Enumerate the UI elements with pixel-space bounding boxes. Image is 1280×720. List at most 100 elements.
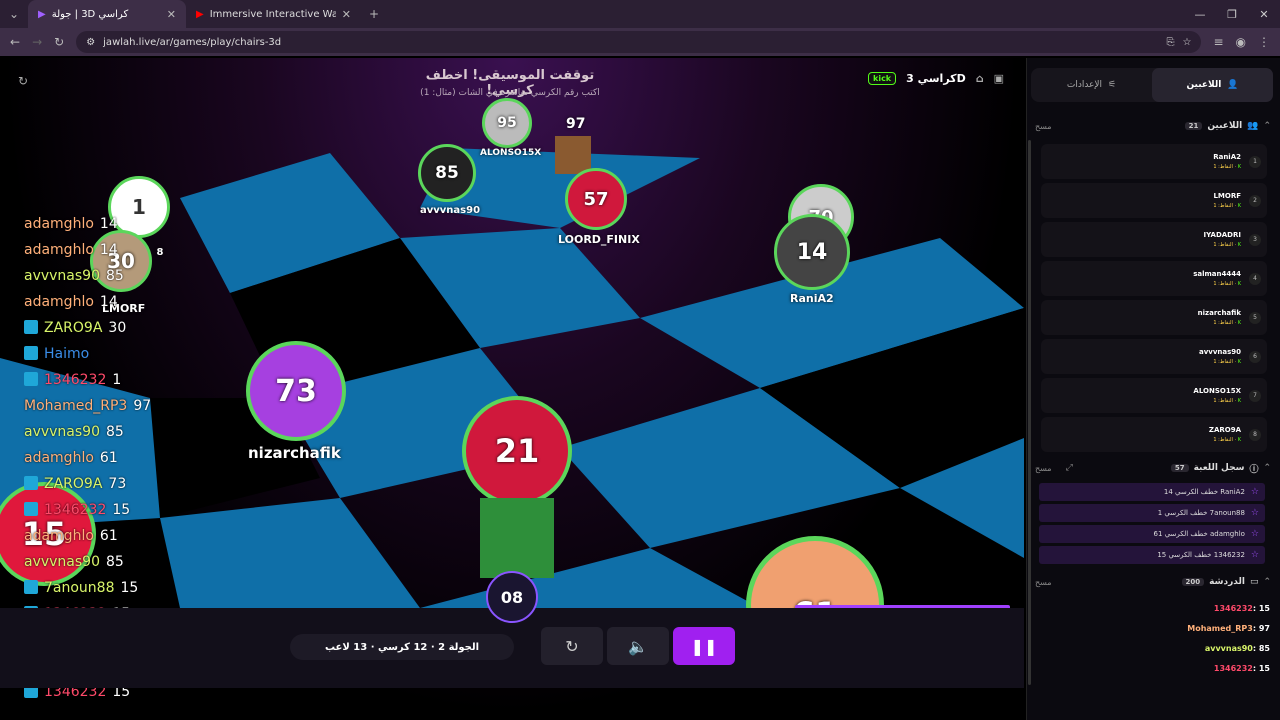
player-meta: RaniA2 النقاط: 1 · K <box>1213 153 1241 170</box>
chat-user: avvvnas90 <box>24 658 100 674</box>
url-text: jawlah.live/ar/games/play/chairs-3d <box>103 36 282 48</box>
player-name: avvvnas90 <box>420 205 481 216</box>
bookmark-star-icon[interactable]: ☆ <box>1182 37 1191 48</box>
kick-badge-icon: K <box>1237 203 1241 209</box>
game-name: كراسي 3D <box>906 72 966 85</box>
chat-user: 1346232 <box>1213 604 1253 613</box>
new-tab-icon[interactable]: + <box>369 7 379 21</box>
player-name: nizarchafik <box>248 444 341 462</box>
log-count: 57 <box>1170 464 1189 472</box>
close-tab-icon[interactable]: ✕ <box>342 8 351 21</box>
player-points: النقاط: 1 · K <box>1213 359 1241 365</box>
url-field[interactable]: ⚙ jawlah.live/ar/games/play/chairs-3d ⎘ … <box>76 31 1202 53</box>
translate-icon[interactable]: ⎘ <box>1166 37 1174 48</box>
profile-icon[interactable]: ◉ <box>1236 35 1246 49</box>
chat-overlay-line: 1346232 1 <box>24 372 121 388</box>
chat-overlay-line: avvvnas90 85 <box>24 554 124 570</box>
chair-marker[interactable]: 57 <box>565 168 627 230</box>
reload-icon[interactable]: ↻ <box>54 35 64 49</box>
chat-count: 200 <box>1181 578 1205 586</box>
log-section-header: مسح ⤢ 57 سجل اللعبة ⓘ ⌃ <box>1035 459 1271 477</box>
player-row[interactable]: nizarchafik النقاط: 1 · K 5 <box>1041 300 1267 335</box>
tab-settings[interactable]: الإعدادات ⚟ <box>1031 68 1152 102</box>
chair-marker[interactable]: 14 <box>774 214 850 290</box>
chat-message: Mohamed_RP3: 97 <box>1187 624 1270 633</box>
player-row[interactable]: RaniA2 النقاط: 1 · K 1 <box>1041 144 1267 179</box>
chat-user: avvvnas90 <box>24 268 100 284</box>
star-icon: ☆ <box>1250 487 1259 497</box>
chat-value: 73 <box>108 476 127 492</box>
chat-value: 85 <box>106 268 124 284</box>
chat-section-header: مسح 200 الدردشة ▭ ⌃ <box>1035 573 1271 591</box>
green-chair <box>480 498 554 578</box>
chair-number: 95 <box>497 115 517 131</box>
menu-kebab-icon[interactable]: ⋮ <box>1258 35 1270 49</box>
chat-value: 30 <box>108 320 127 336</box>
kick-badge-icon <box>24 502 38 516</box>
browser-tab-active[interactable]: ▶ كراسي 3D | جولة ✕ <box>28 0 186 28</box>
chair-marker[interactable]: 73 <box>246 341 346 441</box>
chat-user: Haimo <box>44 346 90 362</box>
kick-badge-icon: K <box>1237 320 1241 326</box>
panel-scrollbar[interactable] <box>1028 140 1031 685</box>
sidebar-toggle-icon[interactable]: ▣ <box>994 72 1004 85</box>
chat-value: 97 <box>133 632 152 648</box>
chat-overlay-line: ZARO9A 30 <box>24 320 126 336</box>
kick-badge: kick <box>868 72 897 85</box>
log-text: 7anoun88 خطف الكرسي 1 <box>1157 509 1245 517</box>
kick-badge-icon: K <box>1237 164 1241 170</box>
clear-chat-button[interactable]: مسح <box>1035 578 1052 587</box>
chat-value: 15 <box>120 580 139 596</box>
clear-players-button[interactable]: مسح <box>1035 122 1052 131</box>
chevron-up-icon[interactable]: ⌃ <box>1263 463 1271 473</box>
close-tab-icon[interactable]: ✕ <box>167 8 176 21</box>
chevron-up-icon[interactable]: ⌃ <box>1263 577 1271 587</box>
tab-players-label: اللاعبين <box>1186 80 1222 90</box>
chat-overlay-line: adamghlo 14 <box>24 294 118 310</box>
chair-marker[interactable]: 21 <box>462 396 572 506</box>
chat-message: avvvnas90: 85 <box>1204 644 1270 653</box>
chat-user: ZARO9A <box>44 320 103 336</box>
players-section-header: مسح 21 اللاعبين 👥 ⌃ <box>1035 117 1271 135</box>
player-row[interactable]: ALONSO15X النقاط: 1 · K 7 <box>1041 378 1267 413</box>
restore-icon[interactable]: ❐ <box>1216 8 1248 21</box>
player-meta: salman4444 النقاط: 1 · K <box>1193 270 1241 287</box>
chair-marker[interactable]: 95 <box>482 98 532 148</box>
player-row[interactable]: ZARO9A النقاط: 1 · K 8 <box>1041 417 1267 452</box>
forward-icon[interactable]: → <box>32 35 42 49</box>
users-icon: 👤 <box>1227 80 1239 90</box>
kick-badge-icon: K <box>1237 242 1241 248</box>
chat-user: 1346232 <box>1213 664 1253 673</box>
media-icon[interactable]: ≡ <box>1213 35 1223 49</box>
youtube-favicon-icon: ▶ <box>196 8 204 20</box>
chair-marker[interactable]: 85 <box>418 144 476 202</box>
home-icon[interactable]: ⌂ <box>976 72 984 85</box>
log-entry: RaniA2 خطف الكرسي 14 ☆ <box>1039 483 1265 501</box>
game-viewport[interactable]: ↻ توقفت الموسيقى! اخطف كرسي! اكتب رقم ال… <box>0 58 1024 720</box>
info-icon: ⓘ <box>1249 464 1259 475</box>
chat-overlay-line: Mohamed_RP3 97 <box>24 632 151 648</box>
clear-log-button[interactable]: مسح <box>1035 464 1052 473</box>
chevron-up-icon[interactable]: ⌃ <box>1263 121 1271 131</box>
expand-icon[interactable]: ⤢ <box>1066 463 1073 473</box>
panel-tabs: الإعدادات ⚟ اللاعبين 👤 <box>1031 68 1273 102</box>
chair-marker[interactable]: 8 <box>150 242 170 262</box>
chat-overlay-line: adamghlo 61 <box>24 528 118 544</box>
player-points-text: النقاط: 1 <box>1213 242 1233 248</box>
chair-number: 57 <box>583 188 609 210</box>
back-icon[interactable]: ← <box>10 35 20 49</box>
tab-players[interactable]: اللاعبين 👤 <box>1152 68 1273 102</box>
player-row[interactable]: avvvnas90 النقاط: 1 · K 6 <box>1041 339 1267 374</box>
chat-overlay-line: adamghlo 61 <box>24 450 118 466</box>
player-row[interactable]: IYADADRI النقاط: 1 · K 3 <box>1041 222 1267 257</box>
refresh-icon[interactable]: ↻ <box>18 74 28 88</box>
tab-menu-icon[interactable]: ⌄ <box>0 7 28 21</box>
player-points-text: النقاط: 1 <box>1213 281 1233 287</box>
player-row[interactable]: LMORF النقاط: 1 · K 2 <box>1041 183 1267 218</box>
player-row[interactable]: salman4444 النقاط: 1 · K 4 <box>1041 261 1267 296</box>
minimize-icon[interactable]: — <box>1184 8 1216 21</box>
site-info-icon[interactable]: ⚙ <box>86 37 95 48</box>
browser-tab[interactable]: ▶ Immersive Interactive Warm Up ✕ <box>186 0 361 28</box>
close-window-icon[interactable]: ✕ <box>1248 8 1280 21</box>
chat-message: 1346232: 15 <box>1213 664 1270 673</box>
